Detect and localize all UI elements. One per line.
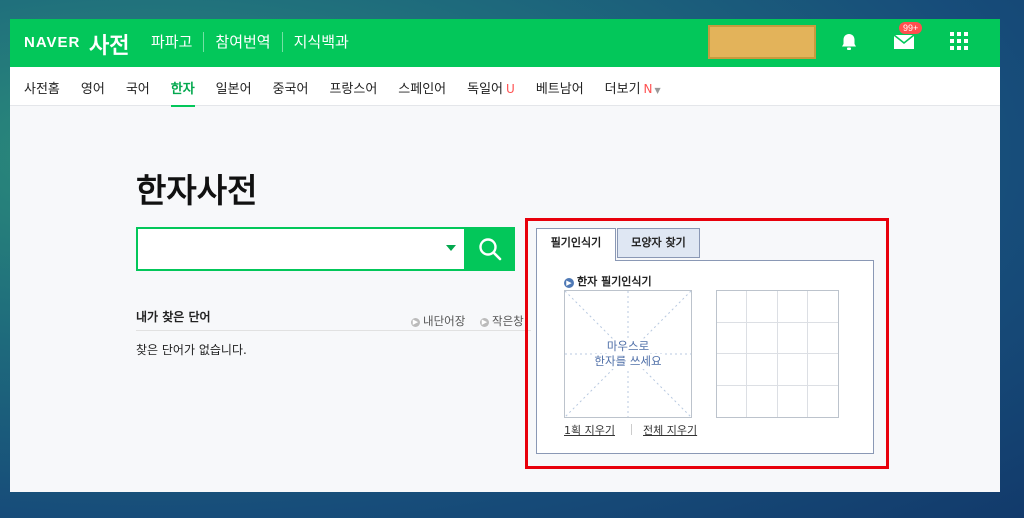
small-window-link[interactable]: ▶ 작은창 <box>480 313 530 329</box>
clear-stroke-link[interactable]: 1획 지우기 <box>564 422 615 438</box>
search-input[interactable] <box>136 227 466 271</box>
divider <box>631 424 632 435</box>
bell-icon[interactable] <box>838 31 860 53</box>
mail-icon[interactable] <box>893 33 915 51</box>
user-profile-box[interactable] <box>708 25 816 59</box>
hint-line-2: 한자를 쓰세요 <box>594 354 662 369</box>
my-wordbook-link[interactable]: ▶ 내단어장 <box>411 313 465 329</box>
page-title: 한자사전 <box>136 171 258 210</box>
search-icon <box>479 238 502 261</box>
new-mark: N <box>643 82 653 96</box>
tab-radical-search[interactable]: 모양자 찾기 <box>617 228 700 258</box>
nav-item-japanese[interactable]: 일본어 <box>216 78 252 97</box>
candidate-grid[interactable] <box>716 290 839 418</box>
nav-item-more[interactable]: 더보기 N ▼ <box>605 78 661 97</box>
dropdown-arrow-icon[interactable] <box>446 245 456 251</box>
top-header: NAVER 사전 파파고 참여번역 지식백과 99+ <box>10 19 1000 67</box>
tab-handwriting[interactable]: 필기인식기 <box>536 228 616 261</box>
header-link-knowledge[interactable]: 지식백과 <box>281 32 360 52</box>
nav-item-german[interactable]: 독일어 U <box>467 78 515 97</box>
arrow-circle-icon: ▶ <box>411 318 420 327</box>
drawing-canvas[interactable]: 마우스로 한자를 쓰세요 <box>564 290 692 418</box>
header-links: 파파고 참여번역 지식백과 <box>140 32 360 52</box>
nav-item-french[interactable]: 프랑스어 <box>329 78 377 97</box>
mail-count-badge: 99+ <box>899 22 923 34</box>
nav-item-spanish[interactable]: 스페인어 <box>398 78 446 97</box>
nav-item-korean[interactable]: 국어 <box>126 78 150 97</box>
nav-item-english[interactable]: 영어 <box>81 78 105 97</box>
arrow-circle-icon: ▶ <box>564 278 574 288</box>
panel-title: ▶ 한자 필기인식기 <box>564 273 652 289</box>
header-link-papago[interactable]: 파파고 <box>140 32 203 52</box>
clear-all-link[interactable]: 전체 지우기 <box>643 422 697 438</box>
canvas-hint: 마우스로 한자를 쓰세요 <box>565 339 691 369</box>
chevron-down-icon: ▼ <box>654 86 661 95</box>
header-link-translation[interactable]: 참여번역 <box>203 32 281 52</box>
update-mark: U <box>506 82 515 96</box>
dictionary-brand[interactable]: 사전 <box>89 28 129 60</box>
divider <box>136 330 531 331</box>
apps-grid-icon[interactable] <box>950 32 968 50</box>
nav-item-chinese[interactable]: 중국어 <box>273 78 309 97</box>
recent-empty-message: 찾은 단어가 없습니다. <box>136 343 247 357</box>
language-nav: 사전홈 영어 국어 한자 일본어 중국어 프랑스어 스페인어 독일어 U 베트남어… <box>10 67 1000 107</box>
nav-item-vietnamese[interactable]: 베트남어 <box>536 78 584 97</box>
browser-window: NAVER 사전 파파고 참여번역 지식백과 99+ 사전홈 영어 국어 한자 … <box>10 19 1000 492</box>
arrow-circle-icon: ▶ <box>480 318 489 327</box>
nav-item-home[interactable]: 사전홈 <box>24 78 60 97</box>
naver-logo[interactable]: NAVER <box>24 34 80 51</box>
recent-words-title: 내가 찾은 단어 <box>136 310 211 324</box>
hint-line-1: 마우스로 <box>606 339 650 354</box>
search-button[interactable] <box>466 227 515 271</box>
nav-item-hanja[interactable]: 한자 <box>170 78 195 107</box>
